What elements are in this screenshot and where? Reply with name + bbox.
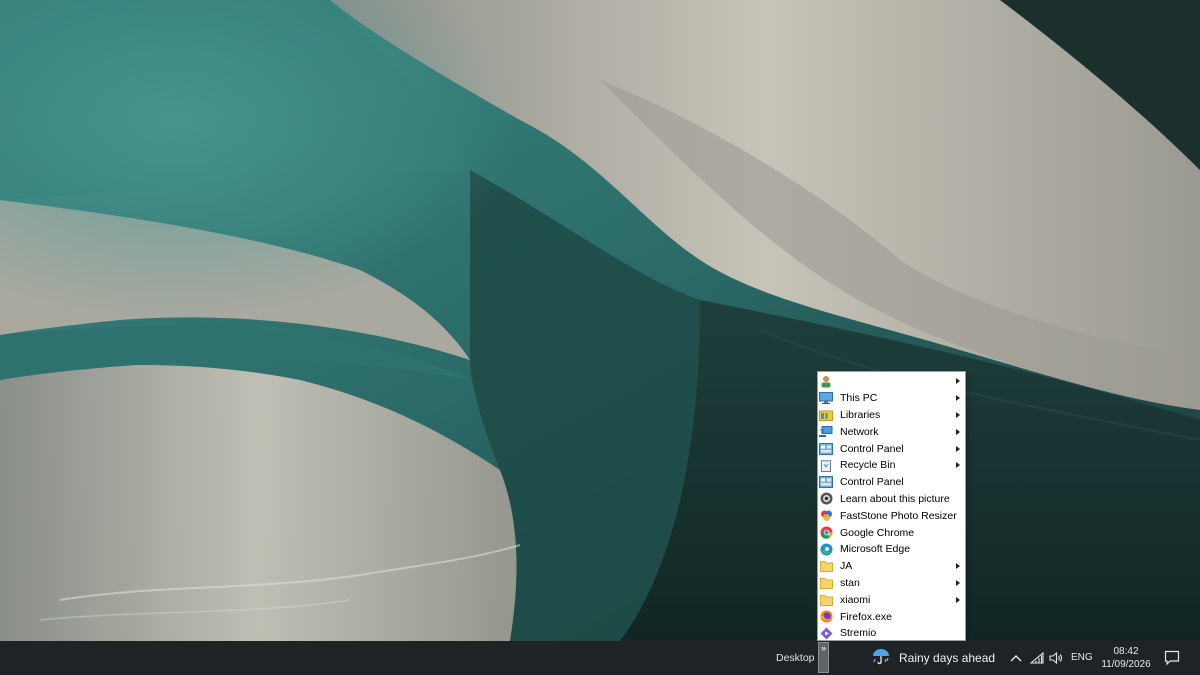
- menu-item-microsoft-edge[interactable]: Microsoft Edge: [818, 541, 965, 558]
- monitor-icon: [819, 391, 833, 405]
- menu-item-folder-stan[interactable]: stan: [818, 575, 965, 592]
- menu-item-this-pc[interactable]: This PC: [818, 390, 965, 407]
- menu-item-label: Control Panel: [840, 476, 904, 489]
- submenu-arrow-icon: [956, 428, 960, 435]
- stremio-icon: [819, 626, 833, 640]
- menu-item-learn-about-picture[interactable]: Learn about this picture: [818, 491, 965, 508]
- edge-icon: [819, 542, 833, 556]
- menu-item-folder-xiaomi[interactable]: xiaomi: [818, 591, 965, 608]
- desktop-wallpaper[interactable]: [0, 0, 1200, 641]
- menu-item-faststone[interactable]: FastStone Photo Resizer: [818, 507, 965, 524]
- menu-item-stremio[interactable]: Stremio: [818, 625, 965, 642]
- umbrella-rain-icon: [871, 646, 891, 671]
- toolbar-chevron-button[interactable]: »: [818, 642, 829, 673]
- chrome-icon: [819, 526, 833, 540]
- folder-icon: [819, 559, 833, 573]
- submenu-arrow-icon: [956, 445, 960, 452]
- volume-icon[interactable]: [1049, 650, 1063, 666]
- network-icon: [819, 425, 833, 439]
- menu-item-label: JA: [840, 560, 853, 573]
- faststone-icon: [819, 509, 833, 523]
- weather-text: Rainy days ahead: [899, 651, 996, 665]
- input-language-indicator[interactable]: ENG: [1071, 652, 1093, 663]
- menu-item-network[interactable]: Network: [818, 423, 965, 440]
- desktop-toolbar-label[interactable]: Desktop: [776, 652, 815, 664]
- weather-widget[interactable]: Rainy days ahead: [871, 648, 995, 668]
- menu-item-google-chrome[interactable]: Google Chrome: [818, 524, 965, 541]
- menu-item-label: This PC: [840, 392, 878, 405]
- menu-item-firefox[interactable]: Firefox.exe: [818, 608, 965, 625]
- wifi-icon[interactable]: [1030, 650, 1044, 666]
- clock-date: 11/09/2026: [1101, 659, 1151, 670]
- clock-time: 08:42: [1113, 646, 1139, 657]
- menu-item-user[interactable]: [818, 373, 965, 390]
- menu-item-control-panel-submenu[interactable]: Control Panel: [818, 440, 965, 457]
- submenu-arrow-icon: [956, 411, 960, 418]
- chevron-right-icon: »: [820, 643, 826, 653]
- clock[interactable]: 08:42 11/09/2026: [1096, 645, 1156, 671]
- menu-item-label: Libraries: [840, 408, 881, 421]
- submenu-arrow-icon: [956, 462, 960, 469]
- taskbar: Desktop » Rainy days ahead ENG 08:42 11/…: [0, 641, 1200, 675]
- menu-item-label: xiaomi: [840, 593, 871, 606]
- menu-item-control-panel[interactable]: Control Panel: [818, 474, 965, 491]
- wallpaper-art: [0, 0, 1200, 641]
- submenu-arrow-icon: [956, 563, 960, 570]
- recycle-bin-icon: [819, 458, 833, 472]
- folder-icon: [819, 593, 833, 607]
- menu-item-label: FastStone Photo Resizer: [840, 509, 957, 522]
- control-panel-icon: [819, 442, 833, 456]
- menu-item-label: Recycle Bin: [840, 459, 896, 472]
- libraries-icon: [819, 408, 833, 422]
- menu-item-libraries[interactable]: Libraries: [818, 407, 965, 424]
- folder-icon: [819, 576, 833, 590]
- menu-item-folder-ja[interactable]: JA: [818, 558, 965, 575]
- menu-item-label: Google Chrome: [840, 526, 915, 539]
- user-icon: [819, 374, 833, 388]
- submenu-arrow-icon: [956, 395, 960, 402]
- menu-item-label: Microsoft Edge: [840, 543, 911, 556]
- notification-center-icon[interactable]: [1164, 650, 1180, 671]
- submenu-arrow-icon: [956, 378, 960, 385]
- show-hidden-icons-chevron-up-icon[interactable]: [1010, 650, 1022, 666]
- submenu-arrow-icon: [956, 596, 960, 603]
- menu-item-label: Network: [840, 425, 879, 438]
- menu-item-recycle-bin[interactable]: Recycle Bin: [818, 457, 965, 474]
- menu-item-label: Learn about this picture: [840, 492, 950, 505]
- control-panel-icon: [819, 475, 833, 489]
- menu-item-label: Control Panel: [840, 442, 904, 455]
- menu-item-label: Firefox.exe: [840, 610, 892, 623]
- menu-item-label: Stremio: [840, 627, 877, 640]
- camera-icon: [819, 492, 833, 506]
- firefox-icon: [819, 610, 833, 624]
- menu-item-label: stan: [840, 576, 860, 589]
- desktop-toolbar-menu: This PC Libraries Network Control Panel …: [817, 371, 966, 641]
- submenu-arrow-icon: [956, 579, 960, 586]
